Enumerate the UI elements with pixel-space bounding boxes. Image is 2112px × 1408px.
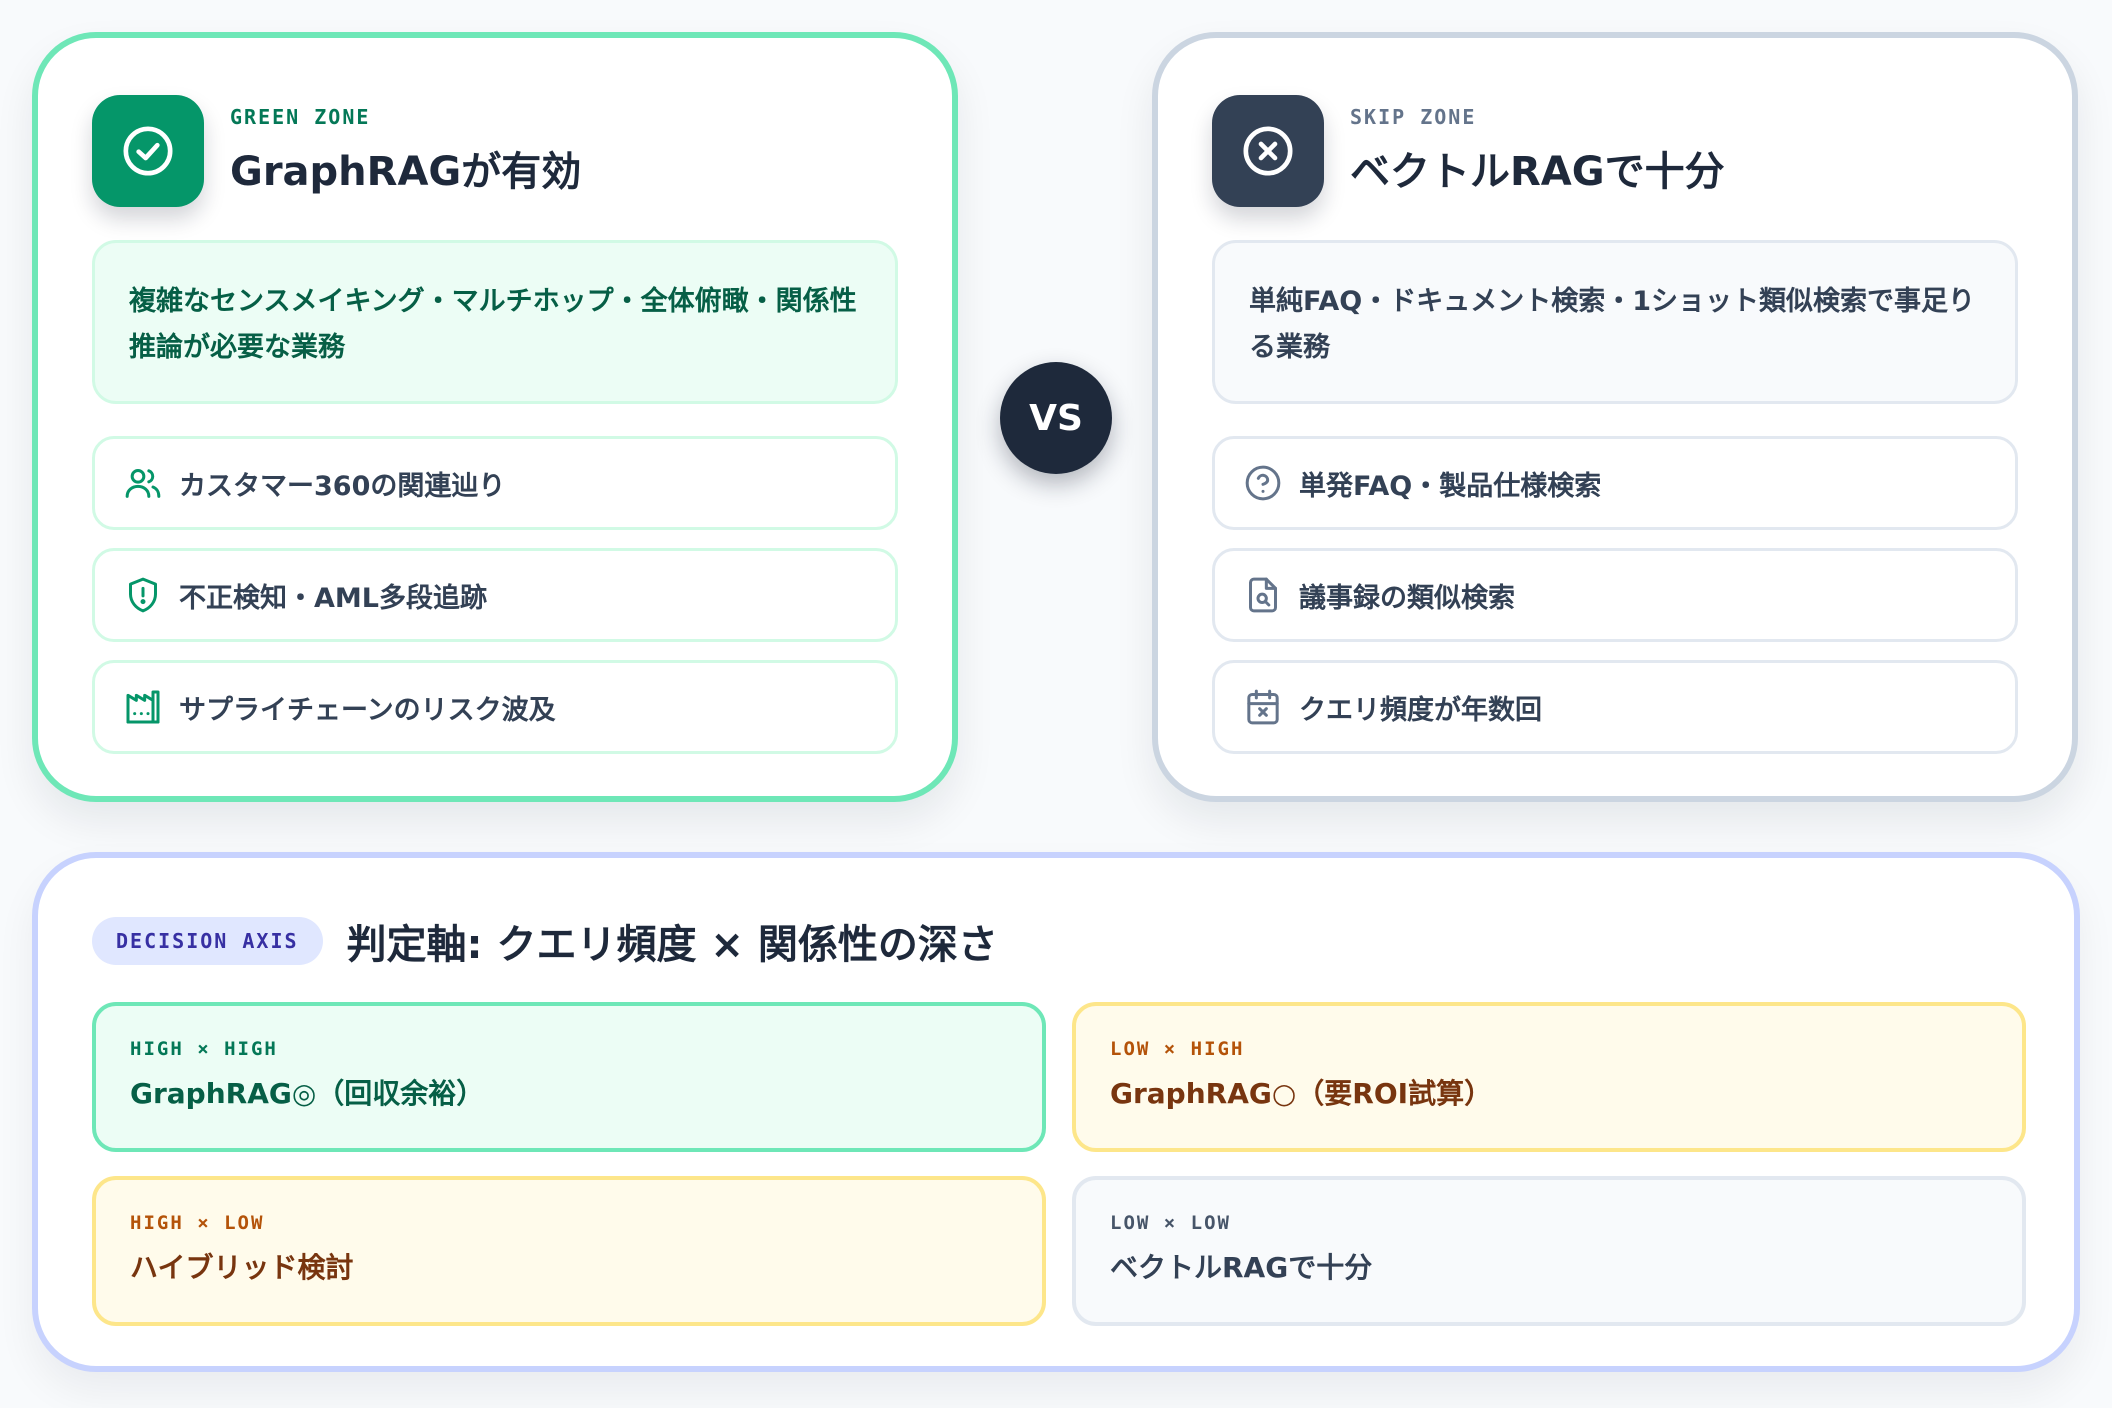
green-zone-item-customer360: カスタマー360の関連辿り (92, 436, 898, 530)
green-zone-tag: GREEN ZONE (230, 105, 371, 129)
skip-zone-item-label: クエリ頻度が年数回 (1299, 694, 1542, 726)
skip-zone-item-label: 議事録の類似検索 (1299, 582, 1515, 614)
skip-zone-header: SKIP ZONE ベクトルRAGで十分 (1212, 94, 2018, 208)
skip-zone-item-label: 単発FAQ・製品仕様検索 (1299, 470, 1602, 502)
calendar-x-icon (1247, 689, 1279, 725)
factory-icon (126, 690, 160, 724)
green-zone-item-label: サプライチェーンのリスク波及 (179, 694, 556, 726)
skip-zone-item-faq: 単発FAQ・製品仕様検索 (1212, 436, 2018, 530)
decision-axis-panel: DECISION AXIS 判定軸: クエリ頻度 × 関係性の深さ HIGH ×… (32, 852, 2080, 1372)
skip-zone-card: SKIP ZONE ベクトルRAGで十分 単純FAQ・ドキュメント検索・1ショッ… (1152, 32, 2078, 802)
axis-cell-tag: LOW × HIGH (1110, 1038, 1245, 1060)
axis-cell-tag: HIGH × LOW (130, 1212, 265, 1234)
green-zone-card: GREEN ZONE GraphRAGが有効 複雑なセンスメイキング・マルチホッ… (32, 32, 958, 802)
vs-badge: VS (1000, 362, 1112, 474)
axis-cell-low-low: LOW × LOW ベクトルRAGで十分 (1072, 1176, 2026, 1326)
skip-zone-description: 単純FAQ・ドキュメント検索・1ショット類似検索で事足りる業務 (1212, 240, 2018, 404)
decision-axis-title: 判定軸: クエリ頻度 × 関係性の深さ (346, 922, 998, 968)
axis-cell-value: GraphRAG◎（回収余裕） (130, 1077, 485, 1110)
axis-cell-tag: LOW × LOW (1110, 1212, 1231, 1234)
axis-cell-value: GraphRAG○（要ROI試算） (1110, 1077, 1493, 1110)
green-zone-item-fraud: 不正検知・AML多段追跡 (92, 548, 898, 642)
axis-cell-value: ハイブリッド検討 (130, 1251, 354, 1284)
decision-axis-header: DECISION AXIS 判定軸: クエリ頻度 × 関係性の深さ (92, 912, 998, 970)
skip-zone-item-minutes: 議事録の類似検索 (1212, 548, 2018, 642)
axis-cell-tag: HIGH × HIGH (130, 1038, 278, 1060)
comparison-slide: GREEN ZONE GraphRAGが有効 複雑なセンスメイキング・マルチホッ… (0, 0, 2112, 1408)
skip-zone-title: ベクトルRAGで十分 (1350, 149, 1725, 195)
skip-zone-item-frequency: クエリ頻度が年数回 (1212, 660, 2018, 754)
users-icon (125, 469, 161, 498)
green-zone-item-label: 不正検知・AML多段追跡 (179, 582, 487, 614)
x-circle-icon (1212, 95, 1324, 207)
skip-zone-tag: SKIP ZONE (1350, 105, 1477, 129)
green-zone-item-label: カスタマー360の関連辿り (179, 470, 506, 502)
axis-cell-value: ベクトルRAGで十分 (1110, 1251, 1373, 1284)
shield-alert-icon (129, 577, 157, 613)
file-search-icon (1249, 577, 1277, 613)
green-zone-title: GraphRAGが有効 (230, 149, 582, 195)
axis-cell-high-low: HIGH × LOW ハイブリッド検討 (92, 1176, 1046, 1326)
green-zone-description: 複雑なセンスメイキング・マルチホップ・全体俯瞰・関係性推論が必要な業務 (92, 240, 898, 404)
decision-axis-tag: DECISION AXIS (92, 917, 323, 965)
help-circle-icon (1245, 465, 1281, 501)
axis-cell-high-high: HIGH × HIGH GraphRAG◎（回収余裕） (92, 1002, 1046, 1152)
axis-cell-low-high: LOW × HIGH GraphRAG○（要ROI試算） (1072, 1002, 2026, 1152)
green-zone-item-supply-chain: サプライチェーンのリスク波及 (92, 660, 898, 754)
green-zone-header: GREEN ZONE GraphRAGが有効 (92, 94, 898, 208)
check-circle-icon (92, 95, 204, 207)
